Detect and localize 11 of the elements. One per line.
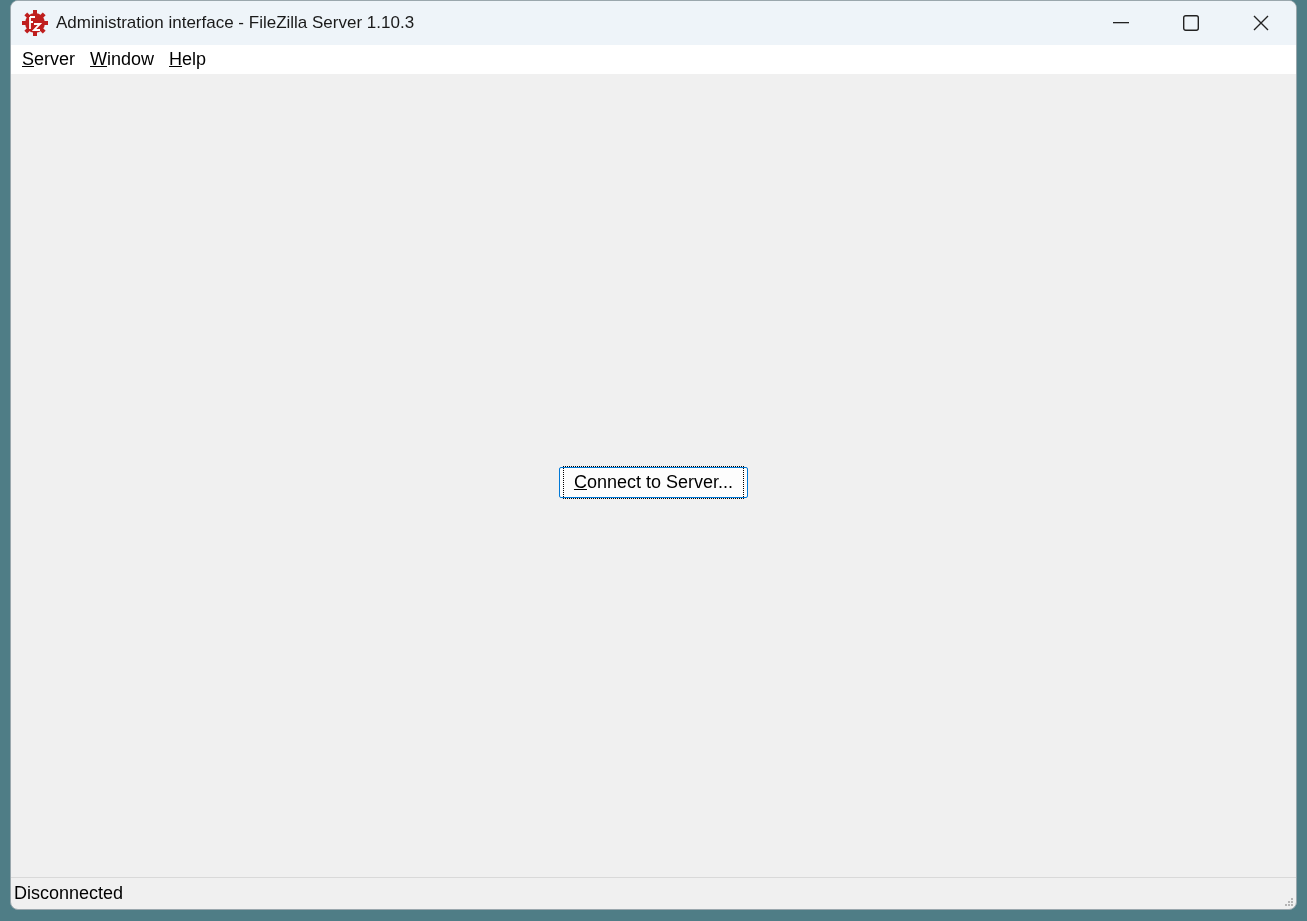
connect-button[interactable]: Connect to Server... <box>558 467 749 498</box>
close-icon <box>1253 15 1269 31</box>
status-text: Disconnected <box>14 882 124 905</box>
app-logo-icon <box>22 10 48 36</box>
maximize-icon <box>1183 15 1199 31</box>
menu-item[interactable]: Window <box>84 46 161 73</box>
menu-item[interactable]: Help <box>163 46 213 73</box>
resize-grip-icon <box>1284 897 1294 907</box>
menu-item[interactable]: Server <box>16 46 82 73</box>
window-title: Administration interface - FileZilla Server 1.10.3 <box>56 12 415 35</box>
minimize-icon <box>1113 22 1129 24</box>
